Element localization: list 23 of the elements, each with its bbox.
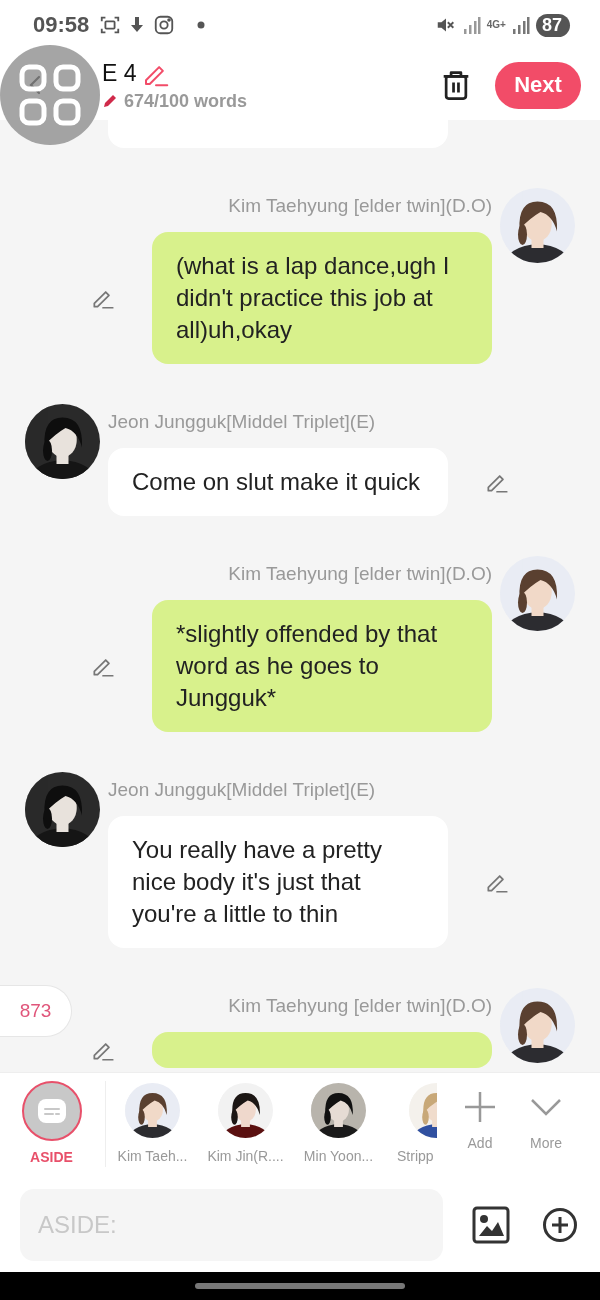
battery-level: 87 <box>535 13 570 37</box>
more-button[interactable]: More <box>513 1073 579 1152</box>
sender-name: Jeon Jungguk[Middel Triplet](E) <box>108 410 377 434</box>
sender-name: Kim Taehyung [elder twin](D.O) <box>228 562 492 586</box>
network-label: 4G+ <box>486 20 506 30</box>
character-tab[interactable]: Min Yoon... <box>292 1073 385 1165</box>
next-button[interactable]: Next <box>495 61 581 109</box>
sender-name: Jeon Jungguk[Middel Triplet](E) <box>108 778 377 802</box>
message-bubble: Come on slut make it quick <box>108 448 448 516</box>
add-button[interactable]: Add <box>447 1073 513 1152</box>
aside-tab[interactable]: ASIDE <box>0 1081 106 1167</box>
word-count: 674/100 words <box>124 90 248 112</box>
message-bubble: *slightly offended by that word as he goes to Jungguk* <box>152 600 492 732</box>
character-tab[interactable]: Kim Taeh... <box>106 1073 199 1165</box>
clock: 09:58 <box>33 12 90 38</box>
character-tab[interactable]: Kim Jin(R.... <box>199 1073 292 1165</box>
message-bubble: (what is a lap dance,ugh I didn't practice this job at all)uh,okay <box>152 232 492 364</box>
character-tab[interactable]: Stripp <box>385 1073 437 1165</box>
sender-name: Kim Taehyung [elder twin](D.O) <box>228 194 492 218</box>
counter-badge[interactable]: 873 <box>0 985 72 1037</box>
message-bubble: You really have a pretty nice body it's just that you're a little to thin <box>108 816 448 948</box>
sender-name: Kim Taehyung [elder twin](D.O) <box>228 994 492 1018</box>
chapter-title: E 4 <box>102 60 137 87</box>
